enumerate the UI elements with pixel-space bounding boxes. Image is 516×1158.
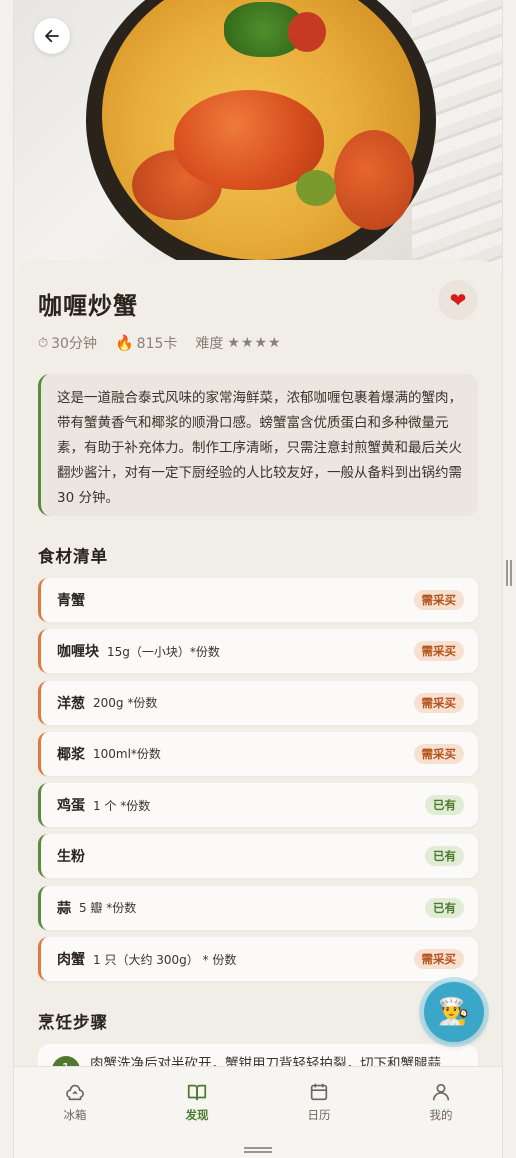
nav-profile[interactable]: 我的 xyxy=(380,1067,502,1158)
ingredient-row[interactable]: 洋葱 200g *份数 需采买 xyxy=(38,680,478,725)
nav-label-profile: 我的 xyxy=(429,1108,453,1122)
recipe-meta: ⏱ 30分钟 🔥 815卡 难度 ★★★★ xyxy=(38,333,300,353)
bottom-nav: 冰箱 发现 日历 我的 xyxy=(14,1066,502,1158)
need-to-buy-badge[interactable]: 需采买 xyxy=(413,590,464,610)
nav-label-calendar: 日历 xyxy=(307,1108,331,1122)
recipe-content: 咖喱炒蟹 ❤ ⏱ 30分钟 🔥 815卡 难度 ★★★★ 这是一道融合泰式风味的… xyxy=(14,260,502,1158)
user-icon xyxy=(432,1083,450,1101)
nav-label-discover: 发现 xyxy=(185,1108,209,1122)
chef-icon: 👨‍🍳 xyxy=(437,997,471,1027)
ingredient-name: 椰浆 xyxy=(57,746,85,763)
ingredient-quantity: 1 个 *份数 xyxy=(93,798,151,813)
difficulty: 难度 ★★★★ xyxy=(195,333,281,353)
steps-title: 烹饪步骤 xyxy=(38,1013,108,1032)
cook-time: ⏱ 30分钟 xyxy=(38,333,97,353)
in-stock-badge[interactable]: 已有 xyxy=(425,795,464,816)
back-button[interactable] xyxy=(34,18,70,54)
ingredient-name: 蒜 xyxy=(57,900,71,917)
difficulty-stars: ★★★★ xyxy=(227,335,282,351)
ingredient-row[interactable]: 鸡蛋 1 个 *份数 已有 xyxy=(38,783,478,828)
nav-label-fridge: 冰箱 xyxy=(63,1108,87,1122)
calories: 🔥 815卡 xyxy=(115,333,177,353)
ingredient-quantity: 100ml*份数 xyxy=(93,747,161,762)
nav-fridge[interactable]: 冰箱 xyxy=(14,1067,136,1158)
need-to-buy-badge[interactable]: 需采买 xyxy=(413,743,464,764)
ingredients-title: 食材清单 xyxy=(38,547,108,566)
heart-icon: ❤ xyxy=(449,288,467,312)
nav-calendar[interactable]: 日历 xyxy=(258,1067,380,1158)
recipe-detail-screen: 咖喱炒蟹 ❤ ⏱ 30分钟 🔥 815卡 难度 ★★★★ 这是一道融合泰式风味的… xyxy=(14,0,502,1158)
difficulty-label: 难度 xyxy=(195,336,224,352)
window-edge-right xyxy=(502,0,516,1158)
ingredient-row[interactable]: 生粉 已有 xyxy=(38,834,478,879)
ingredient-name: 洋葱 xyxy=(57,695,85,712)
in-stock-badge[interactable]: 已有 xyxy=(425,846,464,867)
ingredient-list: 青蟹 需采买 咖喱块 15g（一小块）*份数 需采买 洋葱 200g *份数 需采买 椰浆 100… xyxy=(38,578,478,988)
resize-handle[interactable] xyxy=(506,560,514,586)
fridge-icon xyxy=(66,1084,84,1101)
fire-icon: 🔥 xyxy=(114,334,134,352)
in-stock-badge[interactable]: 已有 xyxy=(425,897,464,918)
nav-discover[interactable]: 发现 xyxy=(136,1067,258,1158)
ingredient-row[interactable]: 椰浆 100ml*份数 需采买 xyxy=(38,731,478,776)
home-indicator xyxy=(244,1147,272,1153)
book-icon xyxy=(187,1084,207,1101)
ingredient-name: 青蟹 xyxy=(57,593,85,609)
ingredient-row[interactable]: 青蟹 需采买 xyxy=(38,578,478,622)
recipe-hero-image xyxy=(14,0,502,280)
ingredient-row[interactable]: 蒜 5 瓣 *份数 已有 xyxy=(38,885,478,930)
ingredient-name: 生粉 xyxy=(57,849,85,866)
window-edge-left xyxy=(0,0,14,1158)
ingredient-name: 肉蟹 xyxy=(57,952,85,969)
clock-icon: ⏱ xyxy=(38,335,49,351)
ingredient-quantity: 1 只（大约 300g） * 份数 xyxy=(93,952,237,967)
calories-value: 815卡 xyxy=(136,336,178,352)
recipe-title: 咖喱炒蟹 xyxy=(38,291,138,320)
cook-time-value: 30分钟 xyxy=(51,336,97,352)
arrow-left-icon xyxy=(45,29,59,43)
need-to-buy-badge[interactable]: 需采买 xyxy=(413,641,464,662)
need-to-buy-badge[interactable]: 需采买 xyxy=(413,949,464,970)
calendar-icon xyxy=(310,1083,328,1101)
need-to-buy-badge[interactable]: 需采买 xyxy=(413,692,464,713)
ingredient-quantity: 15g（一小块）*份数 xyxy=(107,644,220,659)
ingredient-row[interactable]: 肉蟹 1 只（大约 300g） * 份数 需采买 xyxy=(38,937,478,982)
recipe-description: 这是一道融合泰式风味的家常海鲜菜，浓郁咖喱包裹着爆满的蟹肉，带有蟹黄香气和椰浆的… xyxy=(38,374,478,516)
favorite-button[interactable]: ❤ xyxy=(438,280,478,320)
ingredient-row[interactable]: 咖喱块 15g（一小块）*份数 需采买 xyxy=(38,629,478,674)
ingredient-name: 鸡蛋 xyxy=(57,798,85,815)
ingredient-quantity: 200g *份数 xyxy=(93,696,158,711)
chef-assistant-button[interactable]: 👨‍🍳 xyxy=(424,982,484,1042)
ingredient-quantity: 5 瓣 *份数 xyxy=(79,901,137,916)
ingredient-name: 咖喱块 xyxy=(57,644,99,661)
